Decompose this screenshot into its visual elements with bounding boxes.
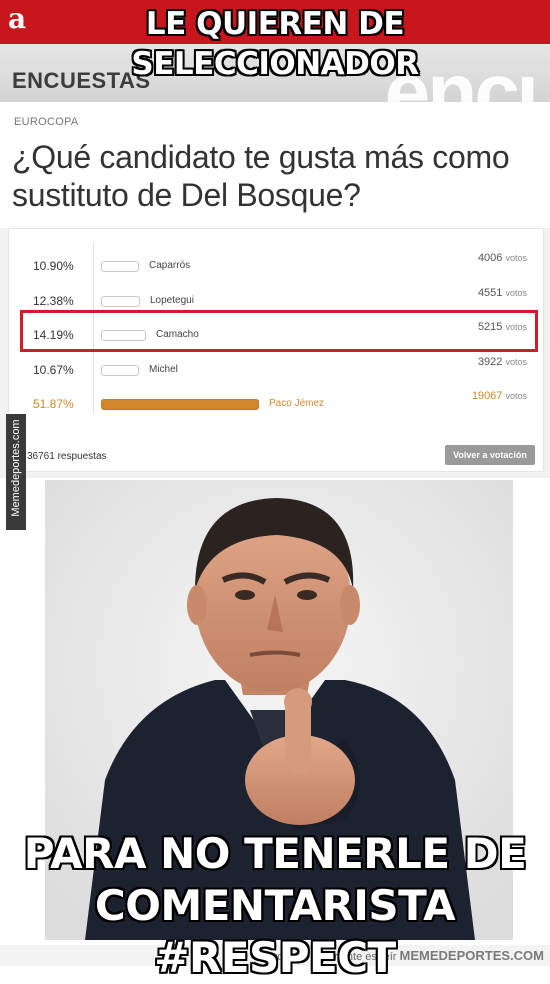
poll-bar [101, 296, 140, 307]
poll-box: 10.90% Caparrós 4006 votos 12.38% Lopete… [0, 228, 550, 478]
candidate-name: Caparrós [149, 260, 191, 271]
vote-count: 4006 votos [477, 252, 527, 264]
poll-percent: 12.38% [33, 294, 74, 308]
top-meme-caption: LE QUIEREN DE SELECCIONADOR [131, 6, 419, 82]
candidate-name: Michel [149, 364, 178, 375]
vote-count: 3922 votos [477, 356, 527, 368]
bottom-caption-line2: COMENTARISTA #RESPECT [94, 881, 456, 982]
side-watermark: Memedeportes.com [6, 414, 26, 530]
vote-count: 4551 votos [477, 287, 527, 299]
poll-bar [101, 399, 259, 410]
article-header: EUROCOPA ¿Qué candidato te gusta más com… [0, 102, 550, 228]
camacho-highlight-box [20, 310, 538, 352]
bottom-caption-line1: PARA NO TENERLE DE [23, 829, 527, 878]
bottom-meme-caption: PARA NO TENERLE DE COMENTARISTA #RESPECT [0, 828, 550, 984]
total-responses: 36761 respuestas [27, 451, 107, 462]
poll-question: ¿Qué candidato te gusta más como sustitu… [12, 139, 510, 213]
poll-bar [101, 365, 139, 376]
candidate-name: Paco Jémez [269, 398, 325, 409]
poll-bar [101, 261, 139, 272]
back-to-vote-button[interactable]: Volver a votación [445, 445, 535, 465]
poll-row-winner: 51.87% Paco Jémez 19067 votos [9, 387, 543, 421]
poll-row: 10.90% Caparrós 4006 votos [9, 249, 543, 283]
poll-percent: 51.87% [33, 397, 74, 411]
poll-percent: 10.67% [33, 363, 74, 377]
vote-count: 19067 votos [471, 390, 527, 402]
candidate-name: Lopetegui [150, 295, 194, 306]
poll-percent: 10.90% [33, 259, 74, 273]
poll-row: 10.67% Michel 3922 votos [9, 353, 543, 387]
section-label[interactable]: EUROCOPA [14, 116, 79, 128]
